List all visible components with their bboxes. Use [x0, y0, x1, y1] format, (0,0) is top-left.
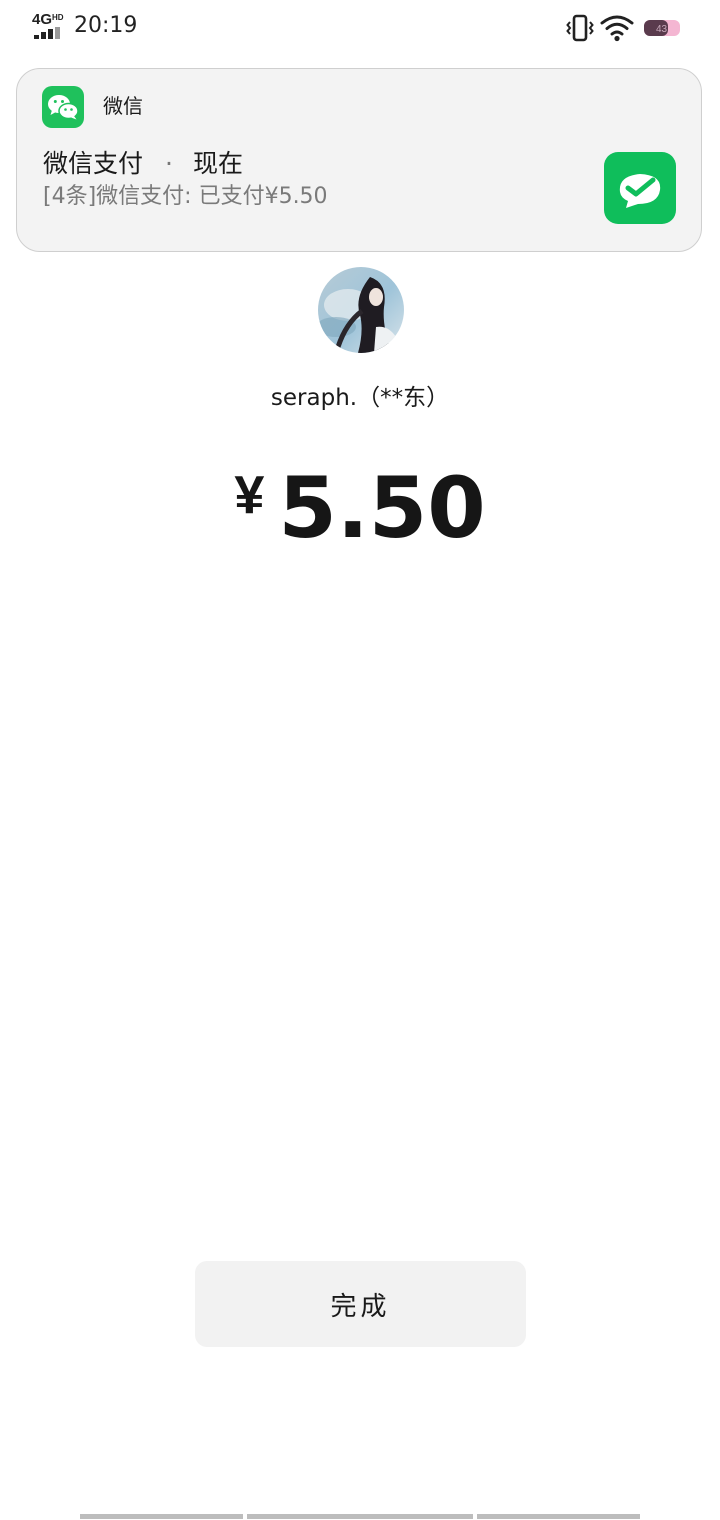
avatar-image [318, 267, 404, 353]
notification-time: 现在 [192, 149, 243, 178]
notification-body: [4条]微信支付: 已支付¥5.50 [43, 184, 328, 209]
vibrate-icon [566, 14, 594, 42]
network-type: 4G [32, 11, 53, 28]
currency-symbol: ¥ [234, 465, 265, 525]
notification-title: 微信支付 [43, 149, 144, 178]
signal-bars [34, 27, 64, 39]
notification-separator: · [165, 149, 173, 178]
nav-gesture-bar-right[interactable] [477, 1514, 640, 1519]
done-button[interactable]: 完成 [195, 1261, 526, 1347]
payment-amount: ¥5.50 [0, 458, 720, 558]
notification-card[interactable]: 微信 微信支付 · 现在 [4条]微信支付: 已支付¥5.50 [16, 68, 702, 252]
notification-title-row: 微信支付 · 现在 [43, 147, 243, 181]
wechat-pay-icon [604, 152, 676, 224]
wechat-icon [42, 86, 84, 128]
network-hd-label: HD [52, 13, 64, 22]
battery-icon: 43 [644, 20, 680, 36]
payee-name: seraph.（**东） [270, 385, 450, 411]
wifi-icon [600, 15, 634, 42]
notification-app-name: 微信 [103, 94, 143, 118]
nav-gesture-bar-center[interactable] [247, 1514, 473, 1519]
clock: 20:19 [74, 13, 138, 38]
signal-icon: 4G HD [32, 12, 68, 40]
nav-gesture-bar-left[interactable] [80, 1514, 243, 1519]
amount-value: 5.50 [278, 459, 486, 557]
battery-level: 43 [656, 24, 668, 35]
status-bar: 4G HD 20:19 43 [0, 0, 720, 56]
